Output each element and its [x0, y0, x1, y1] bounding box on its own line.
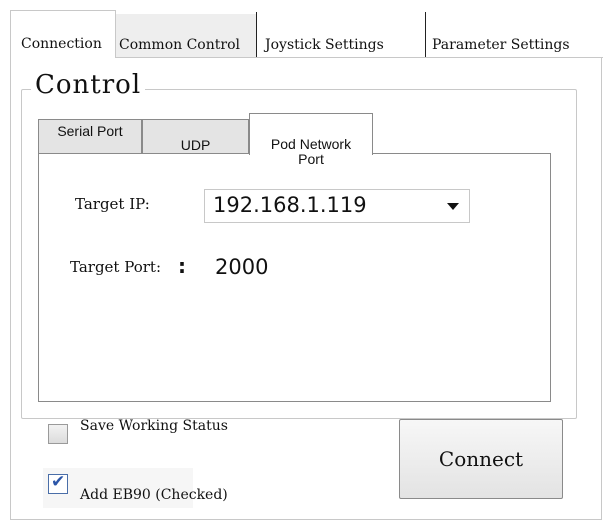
- control-group-title: Control: [31, 68, 146, 102]
- subtab-serial-port[interactable]: Serial Port: [38, 119, 142, 154]
- target-ip-label: Target IP:: [75, 195, 150, 213]
- tab-joystick-settings-label: Joystick Settings: [265, 37, 384, 53]
- tab-joystick-settings[interactable]: Joystick Settings: [257, 14, 425, 58]
- tab-parameter-settings[interactable]: Parameter Settings: [426, 14, 603, 58]
- tab-common-control-label: Common Control: [119, 37, 240, 53]
- subtab-pod-network-port[interactable]: Pod Network Port: [249, 113, 373, 167]
- dropdown-arrow-icon: [447, 203, 459, 210]
- target-port-label: Target Port:: [70, 258, 161, 276]
- target-port-colon: :: [178, 254, 186, 278]
- target-port-value[interactable]: 2000: [215, 255, 268, 279]
- tab-connection-label: Connection: [21, 36, 102, 52]
- checkmark-icon: ✔: [51, 472, 66, 492]
- tab-common-control[interactable]: Common Control: [116, 14, 256, 58]
- save-working-status-checkbox[interactable]: [48, 424, 68, 444]
- subtab-serial-port-label: Serial Port: [57, 123, 123, 139]
- add-eb90-checkbox[interactable]: ✔: [48, 472, 68, 494]
- tab-parameter-settings-label: Parameter Settings: [432, 37, 570, 53]
- tab-connection[interactable]: Connection: [10, 10, 116, 58]
- save-working-status-label: Save Working Status: [80, 418, 228, 434]
- subtab-udp-multicast[interactable]: UDP Multicast: [142, 119, 249, 168]
- connect-button-label: Connect: [438, 447, 524, 471]
- add-eb90-label: Add EB90 (Checked): [80, 487, 228, 503]
- target-ip-dropdown[interactable]: 192.168.1.119: [204, 189, 470, 223]
- connect-button[interactable]: Connect: [399, 419, 563, 499]
- target-ip-value: 192.168.1.119: [213, 193, 367, 217]
